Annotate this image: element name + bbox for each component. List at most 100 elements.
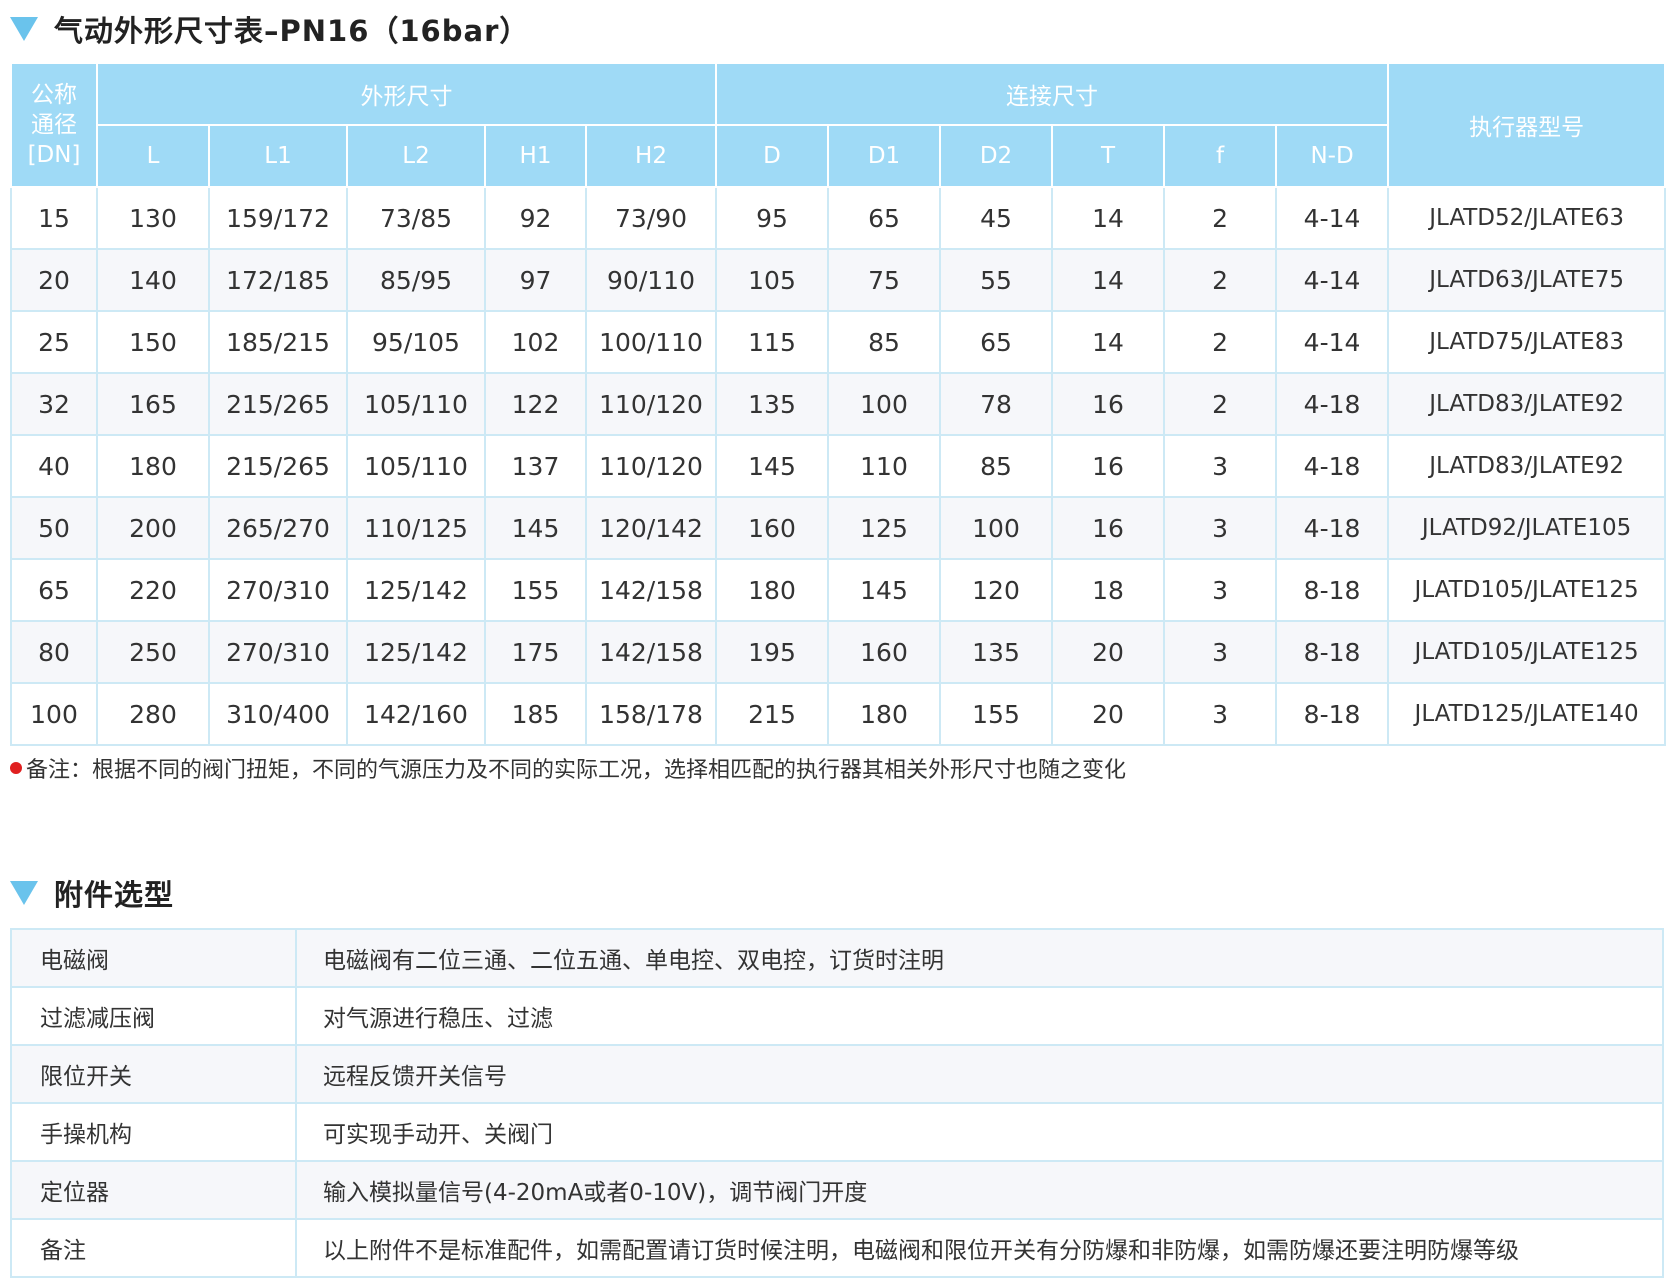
accessory-name: 电磁阀	[10, 928, 297, 988]
accessory-row: 限位开关 远程反馈开关信号	[10, 1044, 1664, 1104]
table-cell: 145	[827, 558, 942, 622]
accessory-row: 备注 以上附件不是标准配件，如需配置请订货时候注明，电磁阀和限位开关有分防爆和非防…	[10, 1218, 1664, 1278]
table-row: 50 200 265/270 110/125 145 120/142 160 125 100 16…	[10, 496, 1667, 560]
triangle-bullet-icon	[10, 17, 38, 41]
nominal-diameter-cell: 32	[10, 372, 98, 436]
nominal-diameter-cell: 65	[10, 558, 98, 622]
table-cell: 100/110	[584, 310, 718, 374]
table-cell: 8-18	[1275, 558, 1390, 622]
table-cell: 105/110	[346, 434, 486, 498]
table-cell: 215/265	[208, 434, 348, 498]
nominal-diameter-cell: 15	[10, 186, 98, 250]
table-cell: 185	[484, 682, 587, 746]
remark-note: 备注：根据不同的阀门扭矩，不同的气源压力及不同的实际工况，选择相匹配的执行器其相…	[10, 752, 1126, 784]
column-header: D	[715, 124, 830, 188]
table-cell: 195	[715, 620, 830, 684]
table-cell: 250	[96, 620, 210, 684]
actuator-model-cell: JLATD75/JLATE83	[1387, 310, 1667, 374]
accessory-description: 输入模拟量信号(4-20mA或者0-10V)，调节阀门开度	[295, 1160, 1664, 1220]
table-cell: 97	[484, 248, 587, 312]
table-cell: 120	[939, 558, 1054, 622]
table-cell: 142/158	[584, 558, 718, 622]
table-cell: 105/110	[346, 372, 486, 436]
accessory-row: 电磁阀 电磁阀有二位三通、二位五通、单电控、双电控，订货时注明	[10, 928, 1664, 988]
nominal-diameter-cell: 80	[10, 620, 98, 684]
table-cell: 65	[827, 186, 942, 250]
table-cell: 180	[715, 558, 830, 622]
table-cell: 175	[484, 620, 587, 684]
table-cell: 270/310	[208, 620, 348, 684]
table-cell: 142/158	[584, 620, 718, 684]
table-cell: 2	[1163, 248, 1278, 312]
table-cell: 100	[827, 372, 942, 436]
table-cell: 155	[484, 558, 587, 622]
accessory-row: 定位器 输入模拟量信号(4-20mA或者0-10V)，调节阀门开度	[10, 1160, 1664, 1220]
header-nominal-diameter: 公称 通径 [DN]	[10, 62, 98, 188]
table-cell: 20	[1051, 682, 1166, 746]
table-cell: 150	[96, 310, 210, 374]
accessory-section-title: 附件选型	[10, 872, 174, 914]
table-cell: 270/310	[208, 558, 348, 622]
accessory-name: 备注	[10, 1218, 297, 1278]
table-cell: 265/270	[208, 496, 348, 560]
table-cell: 110	[827, 434, 942, 498]
table-cell: 3	[1163, 434, 1278, 498]
table-cell: 3	[1163, 558, 1278, 622]
table-cell: 145	[484, 496, 587, 560]
table-cell: 158/178	[584, 682, 718, 746]
table-cell: 14	[1051, 248, 1166, 312]
table-cell: 125	[827, 496, 942, 560]
table-cell: 122	[484, 372, 587, 436]
triangle-bullet-icon	[10, 881, 38, 905]
table-cell: 155	[939, 682, 1054, 746]
table-row: 80 250 270/310 125/142 175 142/158 195 160 135 20…	[10, 620, 1667, 684]
table-cell: 115	[715, 310, 830, 374]
table-cell: 110/125	[346, 496, 486, 560]
table-cell: 165	[96, 372, 210, 436]
column-header: D1	[827, 124, 942, 188]
table-cell: 105	[715, 248, 830, 312]
table-cell: 180	[827, 682, 942, 746]
accessory-description: 远程反馈开关信号	[295, 1044, 1664, 1104]
table-cell: 3	[1163, 496, 1278, 560]
table-cell: 159/172	[208, 186, 348, 250]
accessory-description: 电磁阀有二位三通、二位五通、单电控、双电控，订货时注明	[295, 928, 1664, 988]
table-cell: 200	[96, 496, 210, 560]
table-cell: 100	[939, 496, 1054, 560]
table-cell: 160	[827, 620, 942, 684]
accessory-description: 对气源进行稳压、过滤	[295, 986, 1664, 1046]
dimension-section-title: 气动外形尺寸表–PN16（16bar）	[10, 8, 529, 50]
table-cell: 2	[1163, 186, 1278, 250]
accessory-name: 过滤减压阀	[10, 986, 297, 1046]
accessory-section-title-text: 附件选型	[54, 878, 175, 912]
column-header: H2	[584, 124, 718, 188]
table-cell: 102	[484, 310, 587, 374]
accessory-name: 手操机构	[10, 1102, 297, 1162]
column-header: T	[1051, 124, 1166, 188]
accessory-row: 过滤减压阀 对气源进行稳压、过滤	[10, 986, 1664, 1046]
actuator-model-cell: JLATD52/JLATE63	[1387, 186, 1667, 250]
table-cell: 137	[484, 434, 587, 498]
accessory-description: 可实现手动开、关阀门	[295, 1102, 1664, 1162]
actuator-model-cell: JLATD83/JLATE92	[1387, 434, 1667, 498]
actuator-model-cell: JLATD63/JLATE75	[1387, 248, 1667, 312]
table-cell: 4-14	[1275, 248, 1390, 312]
table-cell: 215	[715, 682, 830, 746]
table-cell: 120/142	[584, 496, 718, 560]
table-cell: 20	[1051, 620, 1166, 684]
table-row: 100 280 310/400 142/160 185 158/178 215 180 155 2…	[10, 682, 1667, 746]
table-cell: 92	[484, 186, 587, 250]
actuator-model-cell: JLATD125/JLATE140	[1387, 682, 1667, 746]
dimension-table: 公称 通径 [DN] 外形尺寸 连接尺寸 执行器型号 L L1 L2 H1 H2 D D1 D…	[10, 62, 1667, 746]
column-header: f	[1163, 124, 1278, 188]
dimension-section-title-text: 气动外形尺寸表–PN16（16bar）	[54, 14, 530, 48]
table-cell: 95/105	[346, 310, 486, 374]
table-cell: 110/120	[584, 372, 718, 436]
column-header: L1	[208, 124, 348, 188]
header-outline-dimensions: 外形尺寸	[95, 62, 718, 126]
column-header: H1	[484, 124, 587, 188]
table-cell: 85/95	[346, 248, 486, 312]
table-cell: 145	[715, 434, 830, 498]
table-cell: 90/110	[584, 248, 718, 312]
nominal-diameter-cell: 20	[10, 248, 98, 312]
